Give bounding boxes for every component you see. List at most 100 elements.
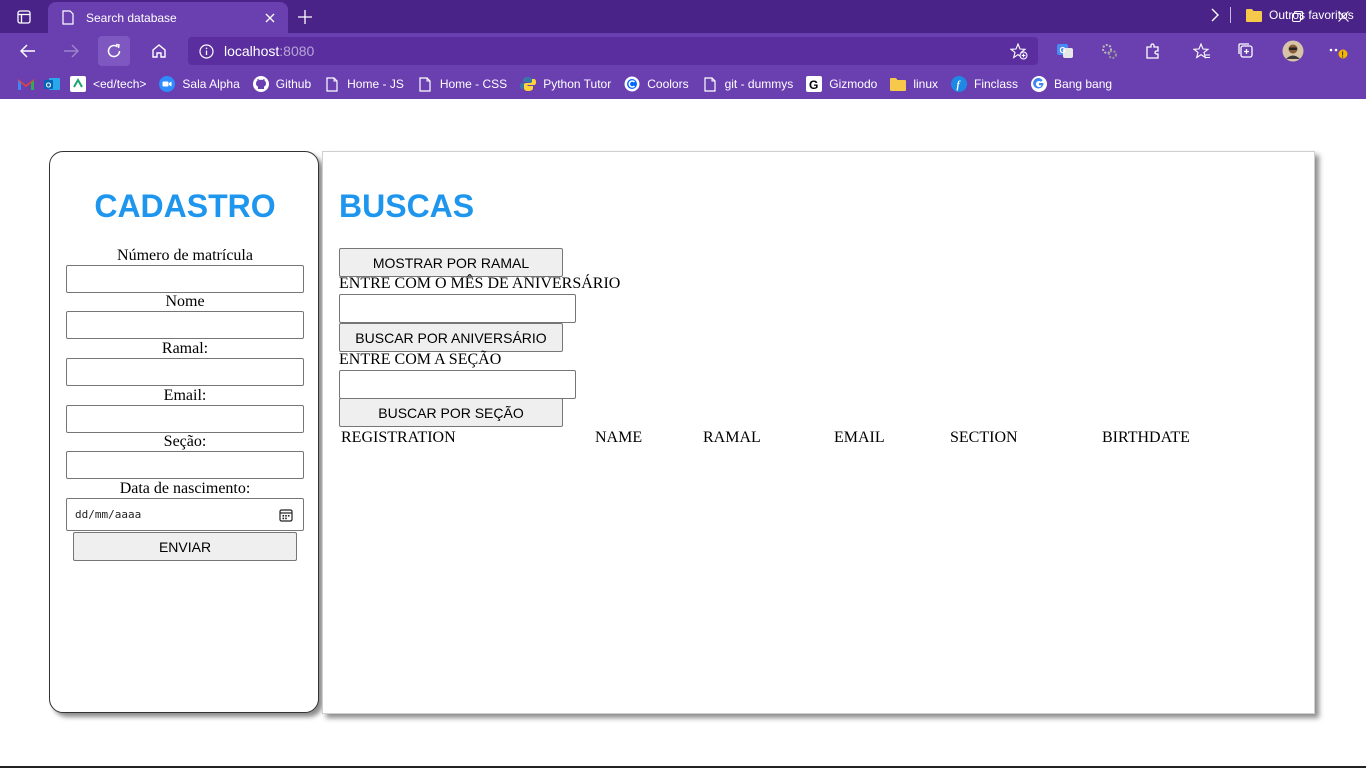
browser-toolbar: localhost:8080 G !	[0, 33, 1366, 69]
bookmark-item[interactable]: O	[38, 72, 64, 96]
registration-label: Número de matrícula	[117, 247, 253, 264]
bookmark-item[interactable]: linux	[884, 72, 945, 96]
add-favorite-icon[interactable]	[1008, 41, 1030, 61]
back-button[interactable]	[12, 36, 44, 66]
bookmark-item[interactable]: Home - JS	[318, 72, 411, 96]
arrow-right-icon	[64, 44, 79, 58]
search-birthday-button[interactable]: BUSCAR POR ANIVERSÁRIO	[339, 323, 563, 352]
close-tab-icon[interactable]	[260, 8, 280, 28]
info-icon[interactable]	[188, 37, 224, 65]
bookmark-item[interactable]: Sala Alpha	[153, 72, 246, 96]
forward-button[interactable]	[55, 36, 87, 66]
column-header-birthdate: BIRTHDATE	[1102, 429, 1190, 446]
bookmark-item[interactable]	[12, 72, 38, 96]
collections-icon	[1238, 43, 1253, 58]
cadastro-panel: CADASTRO Número de matrícula Nome Ramal:…	[49, 151, 319, 713]
email-label: Email:	[163, 387, 207, 404]
birthdate-input[interactable]: dd/mm/aaaa	[66, 498, 304, 531]
avatar	[1282, 40, 1304, 62]
bookmark-label: Github	[275, 77, 312, 91]
birthday-month-label: ENTRE COM O MÊS DE ANIVERSÁRIO	[339, 275, 621, 292]
python-icon	[520, 76, 537, 92]
finclass-icon: f	[951, 76, 967, 92]
bookmark-label: Finclass	[974, 77, 1019, 91]
home-button[interactable]	[143, 36, 175, 66]
bookmark-label: linux	[913, 77, 938, 91]
birthday-month-input[interactable]	[339, 294, 576, 323]
svg-text:G: G	[809, 78, 818, 92]
cadastro-title: CADASTRO	[94, 188, 276, 224]
birthdate-placeholder: dd/mm/aaaa	[75, 508, 142, 521]
extension-gear-icon	[1102, 44, 1117, 59]
google-icon	[1031, 76, 1048, 92]
profile-button[interactable]	[1277, 36, 1309, 66]
coolors-icon	[624, 76, 640, 92]
bookmarks-bar: O <ed/tech> Sala Alpha Github Home - JS Home …	[0, 69, 1366, 99]
settings-menu-button[interactable]: !	[1322, 36, 1354, 66]
puzzle-icon	[1146, 43, 1159, 59]
buscas-title: BUSCAS	[339, 188, 475, 224]
plus-icon	[298, 10, 312, 24]
gmail-icon	[18, 76, 34, 92]
more-options-icon: !	[1329, 48, 1348, 59]
bookmark-item[interactable]: Github	[247, 72, 318, 96]
name-input[interactable]	[66, 311, 304, 339]
refresh-button[interactable]	[98, 36, 130, 66]
calendar-icon[interactable]	[278, 507, 294, 523]
bookmark-label: git - dummys	[724, 77, 794, 91]
tab-actions-button[interactable]	[8, 5, 40, 29]
bookmark-label: Python Tutor	[543, 77, 612, 91]
tab-actions-icon	[17, 10, 31, 24]
svg-text:O: O	[46, 83, 52, 90]
submit-button[interactable]: ENVIAR	[73, 532, 297, 561]
bookmark-label: Home - CSS	[439, 77, 508, 91]
section-label: Seção:	[163, 433, 207, 450]
zoom-icon	[159, 76, 176, 92]
bookmark-label: Sala Alpha	[182, 77, 240, 91]
section-input[interactable]	[66, 451, 304, 479]
column-header-ramal: RAMAL	[703, 429, 761, 446]
email-input[interactable]	[66, 405, 304, 433]
extensions-button[interactable]	[1137, 36, 1169, 66]
folder-icon	[1246, 7, 1262, 23]
bookmark-label: Coolors	[647, 77, 689, 91]
section-search-input[interactable]	[339, 370, 576, 399]
address-bar[interactable]: localhost:8080	[188, 37, 1038, 65]
favorites-star-icon	[1193, 42, 1210, 59]
tab-title: Search database	[86, 10, 177, 25]
other-favorites-label: Outros favoritos	[1269, 8, 1354, 22]
bookmark-item[interactable]: Coolors	[618, 72, 695, 96]
new-tab-button[interactable]	[292, 5, 318, 29]
bookmark-item[interactable]: <ed/tech>	[64, 72, 153, 96]
ramal-input[interactable]	[66, 358, 304, 386]
bookmark-item[interactable]: Python Tutor	[514, 72, 618, 96]
svg-text:G: G	[1060, 46, 1066, 55]
page-icon	[702, 76, 718, 92]
bookmark-item[interactable]: G Gizmodo	[800, 72, 884, 96]
chevron-right-icon[interactable]	[1206, 3, 1224, 27]
page-icon	[60, 10, 76, 26]
birthdate-label: Data de nascimento:	[119, 480, 251, 497]
search-section-button[interactable]: BUSCAR POR SEÇÃO	[339, 398, 563, 427]
refresh-icon	[107, 43, 121, 58]
svg-text:!: !	[1341, 50, 1344, 59]
bookmark-item[interactable]: Home - CSS	[411, 72, 514, 96]
translate-icon: G	[1057, 44, 1073, 58]
bookmark-item[interactable]: Bang bang	[1025, 72, 1119, 96]
bookmark-item[interactable]: git - dummys	[696, 72, 801, 96]
browser-tab-active[interactable]: Search database	[48, 2, 288, 33]
name-label: Nome	[165, 293, 205, 310]
extension-button[interactable]	[1093, 36, 1125, 66]
other-favorites[interactable]: Outros favoritos	[1240, 3, 1361, 27]
favorites-button[interactable]	[1186, 36, 1218, 66]
registration-input[interactable]	[66, 265, 304, 293]
bookmark-label: Gizmodo	[829, 77, 878, 91]
collections-button[interactable]	[1230, 36, 1262, 66]
outlook-icon: O	[44, 76, 60, 92]
section-search-label: ENTRE COM A SEÇÃO	[339, 351, 502, 368]
translate-button[interactable]: G	[1049, 36, 1081, 66]
show-by-ramal-button[interactable]: MOSTRAR POR RAMAL	[339, 248, 563, 277]
bookmark-item[interactable]: f Finclass	[945, 72, 1025, 96]
column-header-registration: REGISTRATION	[341, 429, 456, 446]
column-header-section: SECTION	[950, 429, 1018, 446]
